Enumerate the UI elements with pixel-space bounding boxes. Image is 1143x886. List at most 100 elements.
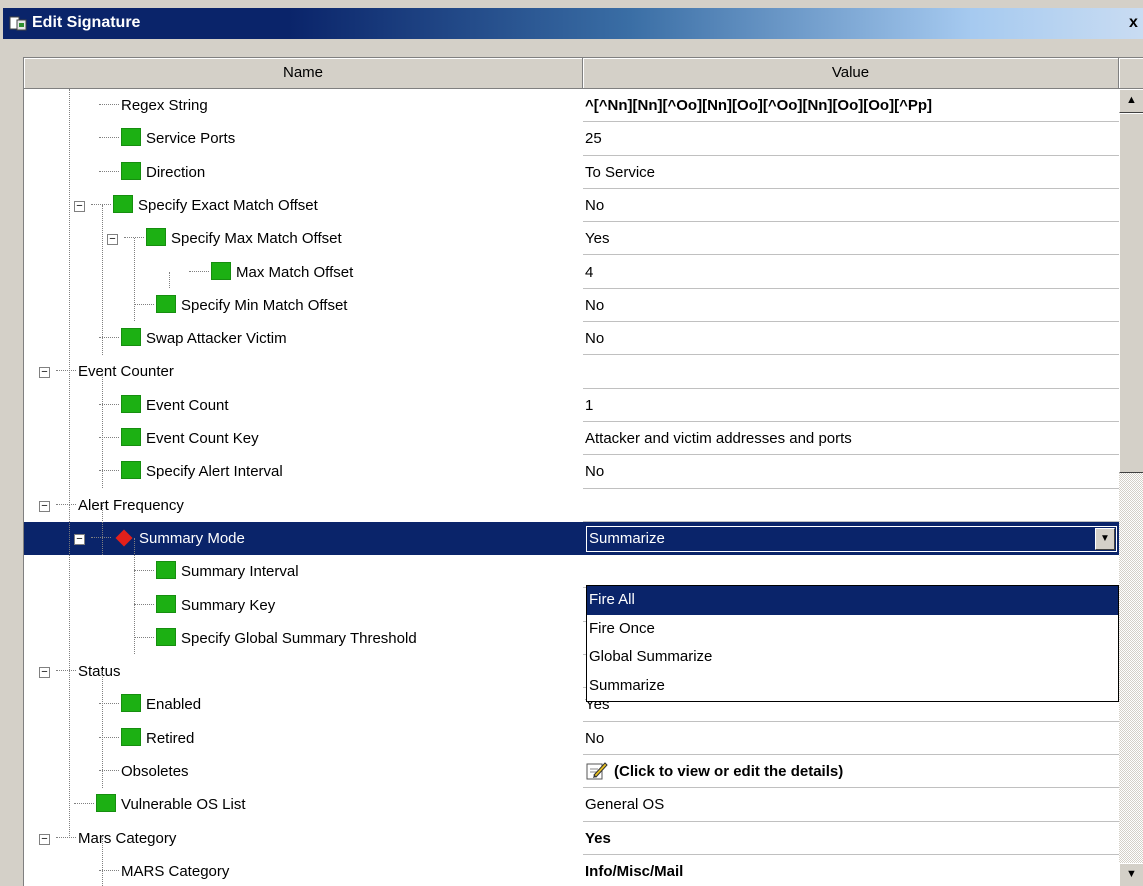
property-name-cell[interactable]: Obsoletes <box>99 755 189 788</box>
tree-connector <box>134 603 154 605</box>
scroll-up-icon[interactable]: ▲ <box>1119 89 1143 113</box>
property-value-cell[interactable]: Info/Misc/Mail <box>583 855 1119 886</box>
property-value-cell[interactable]: 4 <box>583 256 1119 289</box>
collapse-toggle-icon[interactable]: − <box>39 500 50 512</box>
summary-mode-dropdown-list[interactable]: Fire All Fire Once Global Summarize Summari… <box>586 585 1119 702</box>
property-row-alert-frequency[interactable]: − Alert Frequency <box>24 489 1119 522</box>
property-name-cell[interactable]: Max Match Offset <box>189 256 353 289</box>
property-name-cell[interactable]: Vulnerable OS List <box>74 788 246 821</box>
property-value-cell[interactable]: No <box>583 189 1119 223</box>
property-row-event-count-key[interactable]: Event Count Key Attacker and victim addre… <box>24 422 1119 456</box>
dropdown-option-summarize[interactable]: Summarize <box>587 672 1118 701</box>
property-name-cell[interactable]: − Summary Mode <box>24 521 583 556</box>
property-label: Alert Frequency <box>78 496 184 514</box>
scroll-down-icon[interactable]: ▼ <box>1119 863 1143 886</box>
dropdown-option-fire-once[interactable]: Fire Once <box>587 615 1118 644</box>
close-icon[interactable]: x <box>1129 14 1143 32</box>
property-name-cell[interactable]: Summary Key <box>134 589 275 622</box>
property-value-cell[interactable]: 25 <box>583 122 1119 156</box>
property-value-cell[interactable]: No <box>583 455 1119 489</box>
property-value-cell[interactable]: Summarize ▼ <box>583 522 1119 555</box>
property-name-cell[interactable]: Summary Interval <box>134 555 299 588</box>
property-row-retired[interactable]: Retired No <box>24 722 1119 755</box>
property-label: Specify Min Match Offset <box>181 296 348 314</box>
property-name-cell[interactable]: Service Ports <box>99 122 235 155</box>
property-value-cell[interactable]: No <box>583 722 1119 755</box>
green-square-icon <box>156 627 176 646</box>
property-value-cell[interactable]: To Service <box>583 156 1119 189</box>
green-square-icon <box>121 727 141 746</box>
property-value-cell[interactable]: (Click to view or edit the details) <box>583 755 1119 789</box>
tree-connector <box>56 370 76 372</box>
property-name-cell[interactable]: Event Count <box>99 389 229 422</box>
property-name-cell[interactable]: − Specify Exact Match Offset <box>74 189 318 222</box>
property-row-regex-string[interactable]: Regex String ^[^Nn][Nn][^Oo][Nn][Oo][^Oo]… <box>24 89 1119 123</box>
property-row-vulnerable-os-list[interactable]: Vulnerable OS List General OS <box>24 788 1119 822</box>
property-name-cell[interactable]: Swap Attacker Victim <box>99 322 287 355</box>
property-value-cell[interactable]: 1 <box>583 389 1119 422</box>
property-value-cell[interactable] <box>583 489 1119 522</box>
dropdown-option-fire-all[interactable]: Fire All <box>587 586 1118 615</box>
vertical-scrollbar[interactable]: ▲ ▼ <box>1119 89 1143 886</box>
collapse-toggle-icon[interactable]: − <box>107 234 118 246</box>
property-name-cell[interactable]: Event Count Key <box>99 422 259 455</box>
property-name-cell[interactable]: − Event Counter <box>39 355 174 388</box>
property-row-event-count[interactable]: Event Count 1 <box>24 389 1119 422</box>
property-label: Retired <box>146 729 195 747</box>
property-value-cell[interactable] <box>583 355 1119 389</box>
collapse-toggle-icon[interactable]: − <box>74 200 85 212</box>
property-value-cell[interactable]: Yes <box>583 222 1119 256</box>
property-row-specify-alert-interval[interactable]: Specify Alert Interval No <box>24 455 1119 489</box>
property-name-cell[interactable]: − Specify Max Match Offset <box>107 222 342 255</box>
property-name-cell[interactable]: Specify Min Match Offset <box>134 289 347 322</box>
property-value-cell[interactable]: Yes <box>583 822 1119 855</box>
property-row-obsoletes[interactable]: Obsoletes (Click to view or edit the deta… <box>24 755 1119 789</box>
property-row-specify-max-match-offset[interactable]: − Specify Max Match Offset Yes <box>24 222 1119 256</box>
property-row-swap-attacker-victim[interactable]: Swap Attacker Victim No <box>24 322 1119 356</box>
chevron-down-icon[interactable]: ▼ <box>1095 527 1115 550</box>
property-row-summary-interval[interactable]: Summary Interval <box>24 555 1119 589</box>
summary-mode-select[interactable]: Summarize ▼ <box>586 525 1117 552</box>
property-value-cell[interactable]: No <box>583 289 1119 323</box>
property-name-cell[interactable]: MARS Category <box>99 855 229 886</box>
property-row-mars-category[interactable]: MARS Category Info/Misc/Mail <box>24 855 1119 886</box>
property-name-cell[interactable]: Retired <box>99 722 194 755</box>
collapse-toggle-icon[interactable]: − <box>39 667 50 679</box>
property-name-cell[interactable]: Enabled <box>99 688 201 721</box>
property-value: Info/Misc/Mail <box>585 862 684 880</box>
tree-connector <box>91 203 111 205</box>
property-name-cell[interactable]: Specify Alert Interval <box>99 455 283 488</box>
property-name-cell[interactable]: Specify Global Summary Threshold <box>134 622 417 655</box>
property-label: Mars Category <box>78 829 177 847</box>
property-value-cell[interactable]: No <box>583 322 1119 356</box>
scroll-thumb[interactable] <box>1119 113 1143 473</box>
collapse-toggle-icon[interactable]: − <box>39 833 50 845</box>
property-row-summary-mode[interactable]: − Summary Mode Summarize ▼ <box>24 521 1119 556</box>
property-row-max-match-offset[interactable]: Max Match Offset 4 <box>24 256 1119 289</box>
property-value-cell[interactable]: General OS <box>583 788 1119 822</box>
red-diamond-icon <box>115 529 133 547</box>
dropdown-option-global-summarize[interactable]: Global Summarize <box>587 643 1118 672</box>
property-name-cell[interactable]: − Alert Frequency <box>39 489 184 522</box>
property-name-cell[interactable]: Regex String <box>99 89 208 122</box>
property-name-cell[interactable]: − Status <box>39 655 121 688</box>
title-bar[interactable]: Edit Signature x <box>3 8 1143 39</box>
property-value-cell[interactable] <box>583 555 1119 589</box>
green-square-icon <box>121 128 141 147</box>
property-value: No <box>585 330 605 348</box>
property-row-event-counter[interactable]: − Event Counter <box>24 355 1119 389</box>
collapse-toggle-icon[interactable]: − <box>74 533 85 545</box>
property-row-direction[interactable]: Direction To Service <box>24 156 1119 189</box>
property-row-specify-exact-match-offset[interactable]: − Specify Exact Match Offset No <box>24 189 1119 223</box>
property-row-service-ports[interactable]: Service Ports 25 <box>24 122 1119 156</box>
property-name-cell[interactable]: Direction <box>99 156 205 189</box>
collapse-toggle-icon[interactable]: − <box>39 367 50 379</box>
edit-pencil-icon[interactable] <box>586 760 608 780</box>
property-value-cell[interactable]: ^[^Nn][Nn][^Oo][Nn][Oo][^Oo][Nn][Oo][Oo]… <box>583 89 1119 123</box>
property-value-cell[interactable]: Attacker and victim addresses and ports <box>583 422 1119 456</box>
column-header-name[interactable]: Name <box>24 58 583 89</box>
property-row-mars-category[interactable]: − Mars Category Yes <box>24 822 1119 855</box>
column-header-value[interactable]: Value <box>583 58 1119 89</box>
property-name-cell[interactable]: − Mars Category <box>39 822 176 855</box>
property-row-specify-min-match-offset[interactable]: Specify Min Match Offset No <box>24 289 1119 323</box>
